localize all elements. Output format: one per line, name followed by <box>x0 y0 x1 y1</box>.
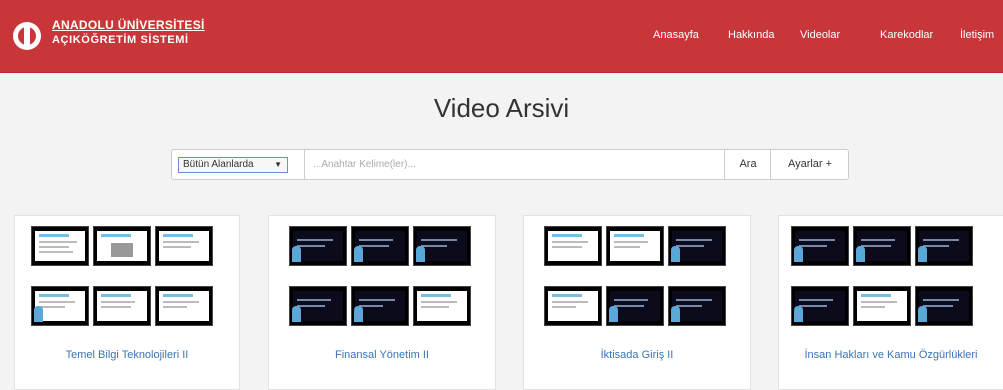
nav-karekodlar[interactable]: Karekodlar <box>880 29 933 41</box>
video-thumbnail[interactable] <box>606 226 664 266</box>
video-thumbnail[interactable] <box>544 226 602 266</box>
caret-down-icon: ▼ <box>274 160 282 169</box>
nav-videolar[interactable]: Videolar <box>800 29 840 41</box>
video-thumbnail[interactable] <box>791 226 849 266</box>
video-thumbnail[interactable] <box>791 286 849 326</box>
video-thumbnail[interactable] <box>289 226 347 266</box>
video-thumbnail[interactable] <box>155 286 213 326</box>
top-navbar: ANADOLU ÜNİVERSİTESİ AÇIKÖĞRETİM SİSTEMİ… <box>0 0 1003 73</box>
video-thumbnail[interactable] <box>31 286 89 326</box>
settings-dropdown-button[interactable]: Ayarlar + <box>770 150 849 179</box>
video-thumbnail[interactable] <box>351 226 409 266</box>
search-bar: Bütün Alanlarda ▼ Ara Ayarlar + <box>171 149 849 180</box>
video-thumbnail[interactable] <box>289 286 347 326</box>
search-button[interactable]: Ara <box>724 150 771 179</box>
anadolu-logo-icon[interactable] <box>12 21 42 51</box>
main-nav: Anasayfa Hakkında Videolar Karekodlar İl… <box>640 0 1003 72</box>
video-card[interactable]: İnsan Hakları ve Kamu Özgürlükleri <box>778 215 1003 390</box>
video-thumbnail[interactable] <box>93 286 151 326</box>
nav-iletisim[interactable]: İletişim <box>960 29 994 41</box>
brand-line-1: ANADOLU ÜNİVERSİTESİ <box>52 18 205 32</box>
nav-anasayfa[interactable]: Anasayfa <box>653 29 699 41</box>
video-thumbnail[interactable] <box>668 286 726 326</box>
video-thumbnail[interactable] <box>31 226 89 266</box>
video-thumbnail[interactable] <box>413 286 471 326</box>
course-title-link[interactable]: Finansal Yönetim II <box>269 349 495 361</box>
video-thumbnail[interactable] <box>606 286 664 326</box>
page-title: Video Arsivi <box>433 93 570 123</box>
search-scope-select[interactable]: Bütün Alanlarda ▼ <box>178 157 288 173</box>
video-thumbnail[interactable] <box>853 226 911 266</box>
video-thumbnail[interactable] <box>915 286 973 326</box>
course-title-link[interactable]: İktisada Giriş II <box>524 349 750 361</box>
video-thumbnail[interactable] <box>915 226 973 266</box>
nav-hakkinda[interactable]: Hakkında <box>728 29 774 41</box>
video-thumbnail[interactable] <box>413 226 471 266</box>
video-thumbnail[interactable] <box>853 286 911 326</box>
scope-value: Bütün Alanlarda <box>183 159 254 170</box>
course-title-link[interactable]: İnsan Hakları ve Kamu Özgürlükleri <box>779 349 1003 361</box>
brand-name[interactable]: ANADOLU ÜNİVERSİTESİ AÇIKÖĞRETİM SİSTEMİ <box>52 18 205 48</box>
course-title-link[interactable]: Temel Bilgi Teknolojileri II <box>15 349 239 361</box>
brand-line-2: AÇIKÖĞRETİM SİSTEMİ <box>52 34 189 46</box>
video-thumbnail[interactable] <box>93 226 151 266</box>
video-thumbnail[interactable] <box>668 226 726 266</box>
video-card[interactable]: Finansal Yönetim II <box>268 215 496 390</box>
video-thumbnail[interactable] <box>155 226 213 266</box>
video-thumbnail[interactable] <box>351 286 409 326</box>
keyword-input[interactable] <box>304 150 724 179</box>
video-thumbnail[interactable] <box>544 286 602 326</box>
video-card[interactable]: İktisada Giriş II <box>523 215 751 390</box>
video-card[interactable]: Temel Bilgi Teknolojileri II <box>14 215 240 390</box>
